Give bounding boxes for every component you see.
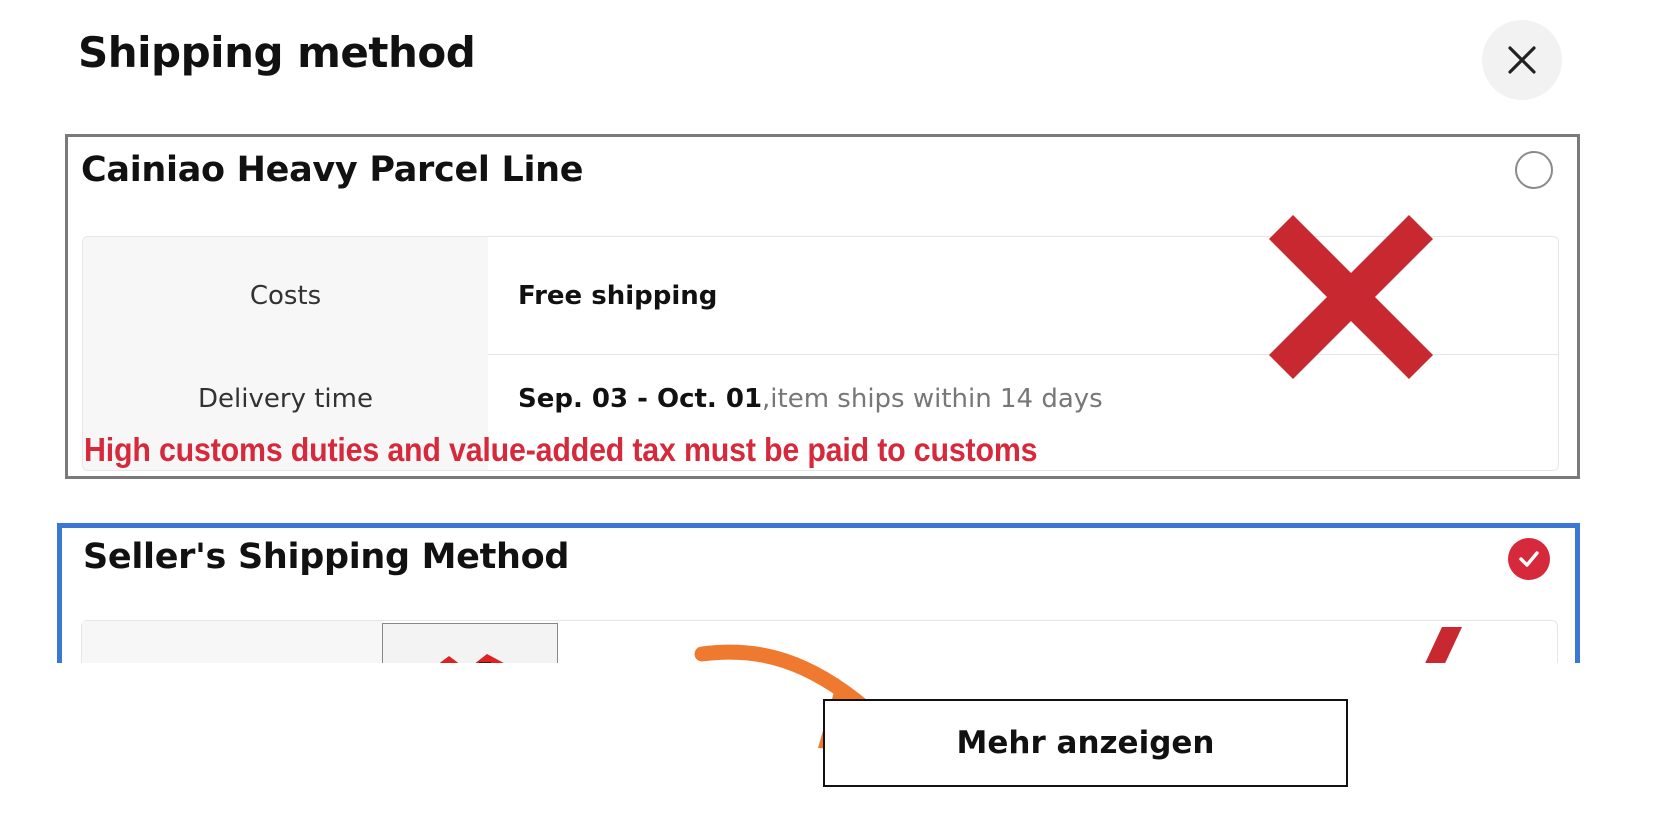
red-x-icon (1268, 214, 1434, 380)
row-label (82, 621, 382, 663)
show-more-button[interactable]: Mehr anzeigen (823, 699, 1348, 787)
option-name: Cainiao Heavy Parcel Line (81, 150, 584, 190)
red-slash-annotation (1425, 627, 1462, 663)
radio-selected[interactable] (1508, 538, 1550, 580)
close-button[interactable] (1482, 20, 1562, 100)
row-label-costs: Costs (83, 237, 488, 354)
carrier-logo-icon (439, 654, 504, 663)
close-icon (1508, 46, 1536, 74)
costs-value: Free shipping (518, 280, 718, 311)
radio-unselected[interactable] (1515, 151, 1553, 189)
checkmark-icon (1519, 551, 1539, 567)
shipping-method-modal: Shipping method Cainiao Heavy Parcel Lin… (0, 0, 1674, 822)
shipping-option-cainiao[interactable]: Cainiao Heavy Parcel Line Costs Free shi… (65, 134, 1580, 479)
delivery-date-range: Sep. 03 - Oct. 01 (518, 384, 763, 414)
customs-warning-annotation: High customs duties and value-added tax … (84, 431, 1038, 468)
modal-title: Shipping method (78, 28, 476, 77)
row-value-costs: Free shipping (518, 237, 717, 354)
carrier-logo (382, 623, 558, 663)
ships-within-note: ,item ships within 14 days (762, 384, 1103, 414)
option-name: Seller's Shipping Method (83, 537, 570, 577)
